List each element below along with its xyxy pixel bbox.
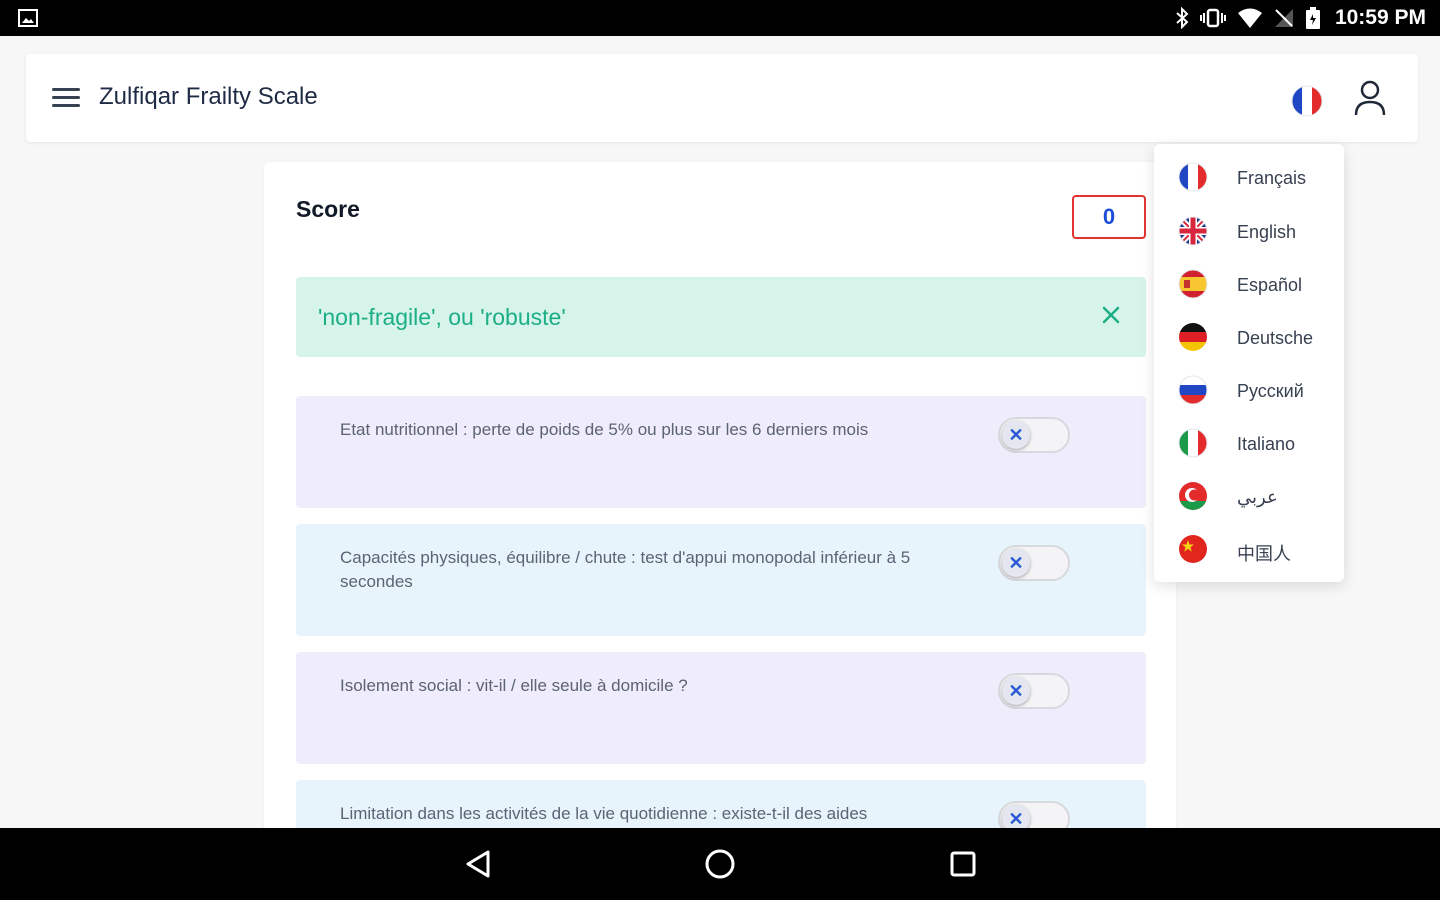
- language-option-italian[interactable]: Italiano: [1154, 414, 1344, 466]
- language-label: English: [1237, 222, 1297, 242]
- user-icon[interactable]: [1352, 78, 1388, 118]
- status-clock: 10:59 PM: [1334, 6, 1426, 29]
- language-menu: Français English Español Deutsche Русски…: [1154, 144, 1344, 582]
- language-option-german[interactable]: Deutsche: [1154, 308, 1344, 360]
- score-label: Score: [296, 196, 360, 222]
- question-toggle[interactable]: ✕: [998, 417, 1070, 453]
- score-value: 0: [1072, 195, 1146, 239]
- arabic-flag-icon: [1179, 482, 1207, 510]
- language-option-arabic[interactable]: عربي: [1154, 467, 1344, 519]
- question-item: Capacités physiques, équilibre / chute :…: [296, 524, 1146, 636]
- question-text: Isolement social : vit-il / elle seule à…: [340, 676, 688, 695]
- question-item: Isolement social : vit-il / elle seule à…: [296, 652, 1146, 764]
- wifi-icon: [1237, 8, 1262, 28]
- hamburger-menu-icon[interactable]: [50, 84, 82, 112]
- language-label: Français: [1237, 168, 1307, 188]
- language-label: Español: [1237, 275, 1303, 295]
- score-card: Score 0 'non-fragile', ou 'robuste' Etat…: [264, 162, 1176, 900]
- question-toggle[interactable]: ✕: [998, 545, 1070, 581]
- china-flag-icon: [1179, 535, 1207, 563]
- question-text: Etat nutritionnel : perte de poids de 5%…: [340, 420, 869, 439]
- language-label: عربي: [1237, 487, 1278, 507]
- result-alert: 'non-fragile', ou 'robuste': [296, 277, 1146, 357]
- no-signal-icon: [1274, 9, 1293, 27]
- recents-icon[interactable]: [943, 844, 983, 884]
- spain-flag-icon: [1178, 269, 1208, 299]
- language-label: 中国人: [1237, 544, 1291, 564]
- russia-flag-icon: [1178, 375, 1208, 405]
- language-label: Deutsche: [1237, 328, 1314, 348]
- vibrate-icon: [1199, 8, 1226, 28]
- back-icon[interactable]: [458, 844, 498, 884]
- battery-icon: [1305, 7, 1320, 29]
- germany-flag-icon: [1179, 323, 1207, 351]
- question-text: Limitation dans les activités de la vie …: [340, 804, 868, 823]
- navigation-bar: [0, 828, 1440, 900]
- language-option-russian[interactable]: Русский: [1154, 361, 1344, 413]
- language-option-chinese[interactable]: 中国人: [1154, 520, 1344, 572]
- question-item: Etat nutritionnel : perte de poids de 5%…: [296, 396, 1146, 508]
- question-text: Capacités physiques, équilibre / chute :…: [340, 548, 911, 591]
- language-option-spanish[interactable]: Español: [1154, 255, 1344, 307]
- close-icon: ✕: [1002, 549, 1030, 577]
- language-label: Русский: [1237, 381, 1304, 401]
- home-icon[interactable]: [700, 844, 740, 884]
- language-option-french[interactable]: Français: [1154, 148, 1344, 200]
- france-flag-icon[interactable]: [1290, 84, 1324, 118]
- app-title: Zulfiqar Frailty Scale: [99, 83, 318, 110]
- bluetooth-icon: [1176, 7, 1189, 29]
- language-option-english[interactable]: English: [1154, 202, 1344, 254]
- close-icon[interactable]: [1099, 303, 1123, 327]
- italy-flag-icon: [1178, 428, 1208, 458]
- uk-flag-icon: [1178, 216, 1208, 246]
- app-bar: Zulfiqar Frailty Scale: [26, 54, 1418, 142]
- language-label: Italiano: [1237, 434, 1296, 454]
- result-text: 'non-fragile', ou 'robuste': [318, 304, 566, 330]
- question-toggle[interactable]: ✕: [998, 673, 1070, 709]
- close-icon: ✕: [1002, 421, 1030, 449]
- france-flag-icon: [1178, 162, 1208, 192]
- gallery-icon: [18, 9, 38, 27]
- status-bar: 10:59 PM: [0, 0, 1440, 36]
- close-icon: ✕: [1002, 677, 1030, 705]
